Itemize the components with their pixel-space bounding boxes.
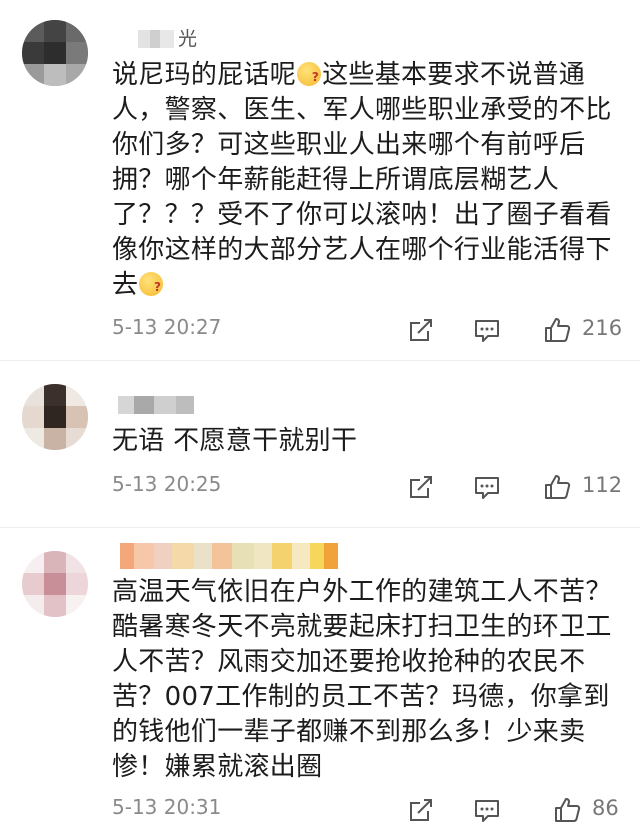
- thinking-emoji-icon: [297, 60, 322, 95]
- share-icon[interactable]: [406, 315, 436, 345]
- comment-text: 无语 不愿意干就别干: [112, 426, 358, 456]
- username-blurred[interactable]: [138, 30, 174, 48]
- comment-text: 说尼玛的屁话呢这些基本要求不说普通人，警察、医生、军人哪些职业承受的不比你们多？…: [112, 58, 624, 305]
- avatar[interactable]: [22, 384, 88, 450]
- thumbs-up-icon[interactable]: [542, 315, 572, 345]
- divider: [0, 360, 640, 361]
- comment-item: 高温天气依旧在户外工作的建筑工人不苦？酷暑寒冬天不亮就要起床打扫卫生的环卫工人不…: [0, 529, 640, 834]
- divider: [0, 527, 640, 528]
- username-blurred[interactable]: [120, 543, 338, 569]
- comment-footer: 5-13 20:25 112: [112, 472, 624, 502]
- comment-footer: 5-13 20:27 216: [112, 315, 624, 345]
- comment-item: 无语 不愿意干就别干 5-13 20:25 112: [0, 362, 640, 527]
- avatar[interactable]: [22, 20, 88, 86]
- like-count: 112: [582, 473, 623, 497]
- thumbs-up-icon[interactable]: [542, 472, 572, 502]
- timestamp: 5-13 20:25: [112, 472, 222, 496]
- avatar[interactable]: [22, 551, 88, 617]
- timestamp: 5-13 20:31: [112, 795, 222, 819]
- comment-icon[interactable]: [472, 795, 502, 825]
- comment-item: 光 说尼玛的屁话呢这些基本要求不说普通人，警察、医生、军人哪些职业承受的不比你们…: [0, 0, 640, 360]
- comment-footer: 5-13 20:31 86: [112, 795, 624, 825]
- like-count: 216: [582, 316, 623, 340]
- comment-icon[interactable]: [472, 472, 502, 502]
- thinking-emoji-icon: [139, 270, 164, 305]
- like-count: 86: [592, 796, 619, 820]
- share-icon[interactable]: [406, 472, 436, 502]
- username-blurred[interactable]: [118, 396, 194, 414]
- timestamp: 5-13 20:27: [112, 315, 222, 339]
- comment-icon[interactable]: [472, 315, 502, 345]
- share-icon[interactable]: [406, 795, 436, 825]
- comment-text: 高温天气依旧在户外工作的建筑工人不苦？酷暑寒冬天不亮就要起床打扫卫生的环卫工人不…: [112, 577, 612, 782]
- username-suffix: 光: [178, 28, 198, 50]
- thumbs-up-icon[interactable]: [552, 795, 582, 825]
